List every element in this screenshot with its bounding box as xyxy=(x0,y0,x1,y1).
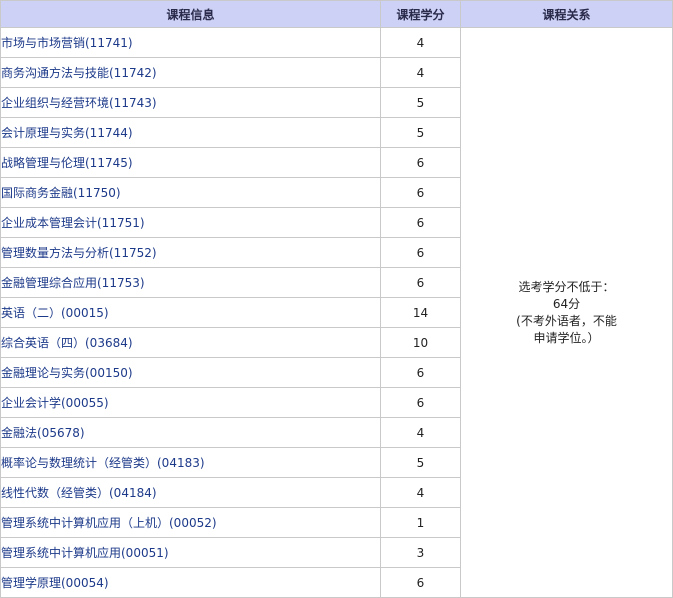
course-link[interactable]: 英语（二）(00015) xyxy=(2,306,109,320)
header-credits: 课程学分 xyxy=(380,0,461,28)
course-credit: 6 xyxy=(380,567,461,598)
header-relation: 课程关系 xyxy=(460,0,673,28)
course-link[interactable]: 战略管理与伦理(11745) xyxy=(2,156,133,170)
table-body: 市场与市场营销(11741) 4 选考学分不低于： 64分 (不考外语者，不能 申请学位。… xyxy=(0,27,673,598)
course-name-cell: 商务沟通方法与技能(11742) xyxy=(0,57,381,88)
relation-note-line1: 选考学分不低于： xyxy=(518,279,615,294)
course-credit: 4 xyxy=(380,417,461,448)
course-link[interactable]: 市场与市场营销(11741) xyxy=(2,36,133,50)
course-credit: 6 xyxy=(380,237,461,268)
header-course-info: 课程信息 xyxy=(0,0,381,28)
course-name-cell: 英语（二）(00015) xyxy=(0,297,381,328)
table-row: 市场与市场营销(11741) 4 选考学分不低于： 64分 (不考外语者，不能 申请学位。… xyxy=(0,27,673,598)
relation-note-line2: 64分 xyxy=(552,296,581,311)
course-name-cell: 金融理论与实务(00150) xyxy=(0,357,381,388)
course-link[interactable]: 管理学原理(00054) xyxy=(2,576,109,590)
course-credit: 6 xyxy=(380,357,461,388)
table-header: 课程信息 课程学分 课程关系 xyxy=(0,0,673,28)
course-credit: 4 xyxy=(380,477,461,508)
course-credit: 10 xyxy=(380,327,461,358)
course-name-cell: 管理学原理(00054) xyxy=(0,567,381,598)
course-credit: 14 xyxy=(380,297,461,328)
course-name-cell: 管理系统中计算机应用(00051) xyxy=(0,537,381,568)
course-link[interactable]: 线性代数（经管类）(04184) xyxy=(2,486,157,500)
course-relation-note: 选考学分不低于： 64分 (不考外语者，不能 申请学位。） xyxy=(460,27,673,598)
course-link[interactable]: 企业成本管理会计(11751) xyxy=(2,216,145,230)
course-link[interactable]: 管理系统中计算机应用（上机）(00052) xyxy=(2,516,217,530)
relation-note-line4: 申请学位。） xyxy=(533,330,600,345)
relation-note-line3: (不考外语者，不能 xyxy=(516,313,617,328)
course-name-cell: 综合英语（四）(03684) xyxy=(0,327,381,358)
course-name-cell: 管理系统中计算机应用（上机）(00052) xyxy=(0,507,381,538)
course-name-cell: 金融管理综合应用(11753) xyxy=(0,267,381,298)
course-name-cell: 战略管理与伦理(11745) xyxy=(0,147,381,178)
course-name-cell: 金融法(05678) xyxy=(0,417,381,448)
course-credit: 5 xyxy=(380,117,461,148)
course-link[interactable]: 企业组织与经营环境(11743) xyxy=(2,96,157,110)
course-credit: 1 xyxy=(380,507,461,538)
header-row: 课程信息 课程学分 课程关系 xyxy=(0,0,673,28)
course-link[interactable]: 商务沟通方法与技能(11742) xyxy=(2,66,157,80)
course-credit: 3 xyxy=(380,537,461,568)
course-link[interactable]: 管理数量方法与分析(11752) xyxy=(2,246,157,260)
course-credit: 6 xyxy=(380,207,461,238)
course-credit: 6 xyxy=(380,147,461,178)
course-credit: 4 xyxy=(380,27,461,58)
course-name-cell: 企业会计学(00055) xyxy=(0,387,381,418)
course-name-cell: 市场与市场营销(11741) xyxy=(0,27,381,58)
course-name-cell: 管理数量方法与分析(11752) xyxy=(0,237,381,268)
course-name-cell: 国际商务金融(11750) xyxy=(0,177,381,208)
course-link[interactable]: 国际商务金融(11750) xyxy=(2,186,121,200)
course-credit: 6 xyxy=(380,177,461,208)
course-link[interactable]: 金融管理综合应用(11753) xyxy=(2,276,145,290)
course-name-cell: 概率论与数理统计（经管类）(04183) xyxy=(0,447,381,478)
course-link[interactable]: 管理系统中计算机应用(00051) xyxy=(2,546,169,560)
course-credit: 5 xyxy=(380,87,461,118)
course-credit: 5 xyxy=(380,447,461,478)
course-link[interactable]: 金融理论与实务(00150) xyxy=(2,366,133,380)
course-link[interactable]: 金融法(05678) xyxy=(2,426,85,440)
course-name-cell: 企业组织与经营环境(11743) xyxy=(0,87,381,118)
course-table: 课程信息 课程学分 课程关系 市场与市场营销(11741) 4 选考学分不低于： 64… xyxy=(0,0,673,598)
course-credit: 6 xyxy=(380,267,461,298)
course-credit: 4 xyxy=(380,57,461,88)
course-link[interactable]: 综合英语（四）(03684) xyxy=(2,336,133,350)
course-name-cell: 线性代数（经管类）(04184) xyxy=(0,477,381,508)
course-link[interactable]: 企业会计学(00055) xyxy=(2,396,109,410)
course-link[interactable]: 会计原理与实务(11744) xyxy=(2,126,133,140)
course-name-cell: 企业成本管理会计(11751) xyxy=(0,207,381,238)
course-name-cell: 会计原理与实务(11744) xyxy=(0,117,381,148)
course-link[interactable]: 概率论与数理统计（经管类）(04183) xyxy=(2,456,205,470)
course-credit: 6 xyxy=(380,387,461,418)
